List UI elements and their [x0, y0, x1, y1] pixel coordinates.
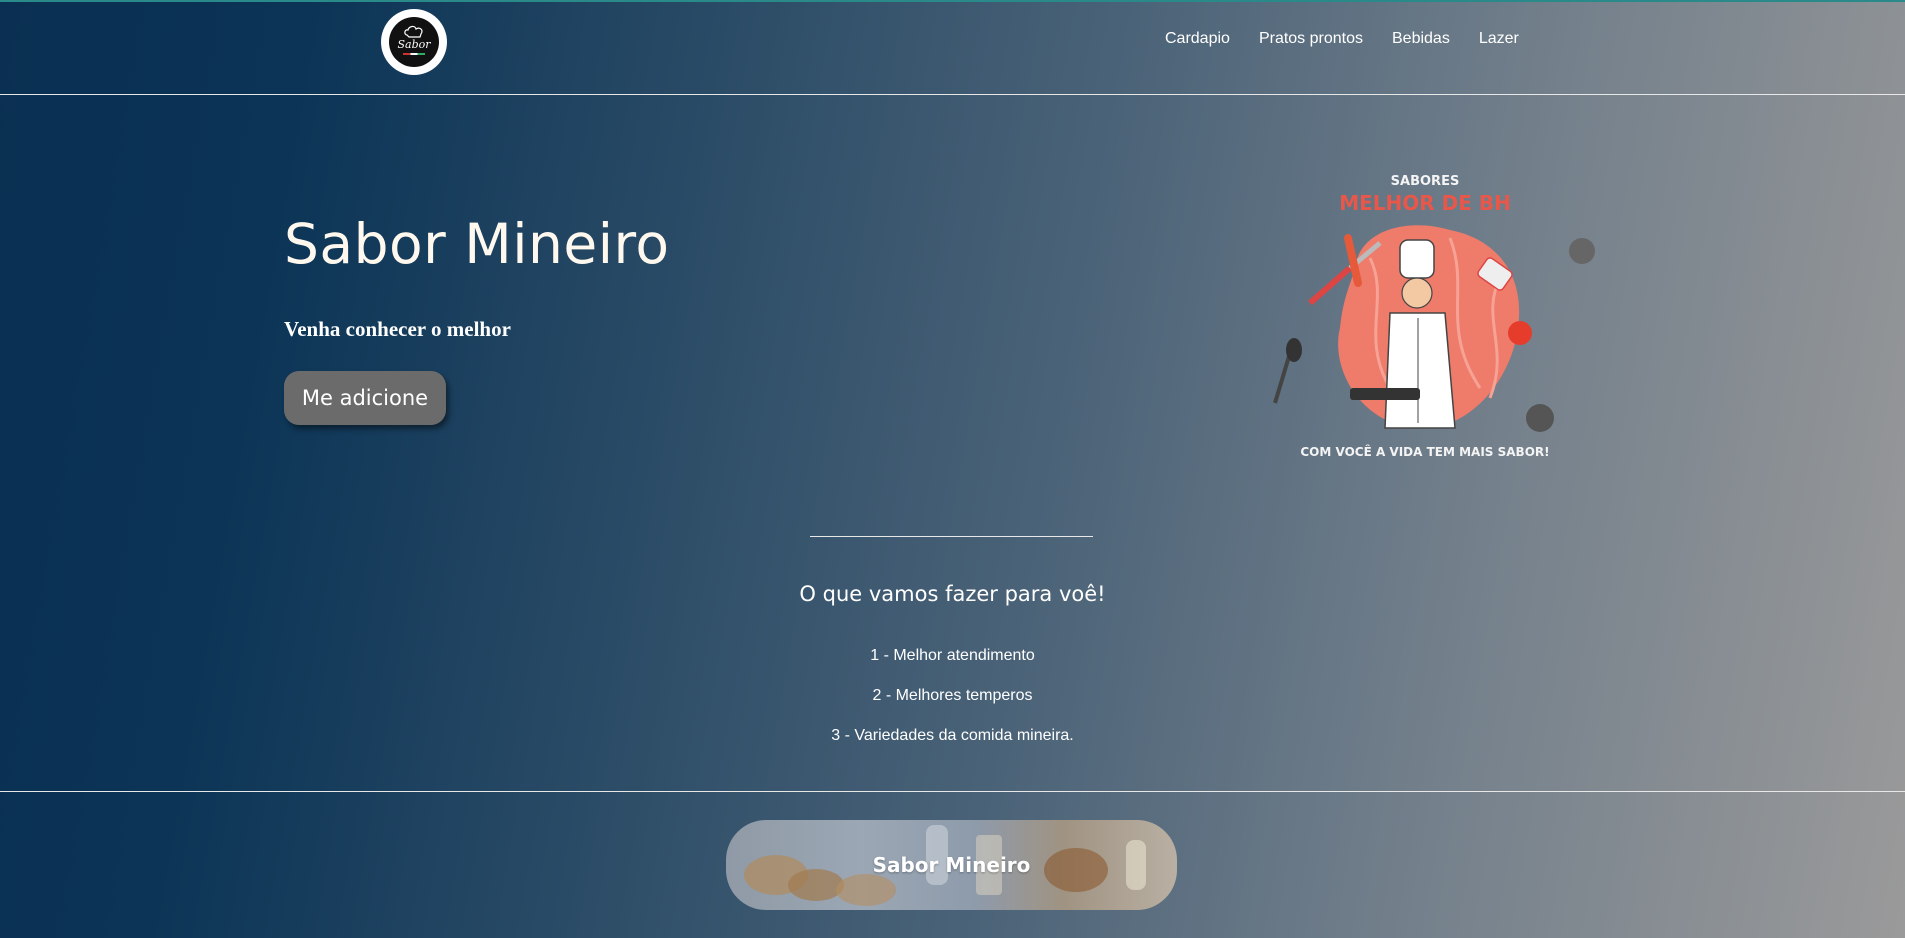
site-logo[interactable]: Sabor [381, 9, 447, 75]
footer-banner-text: Sabor Mineiro [872, 853, 1031, 877]
promo-chef-illustration: SABORES MELHOR DE BH COM VOCÊ A VIDA TEM… [1250, 168, 1600, 468]
hero-subtitle: Venha conhecer o melhor [284, 317, 511, 341]
nav-pratos-prontos[interactable]: Pratos prontos [1259, 30, 1363, 48]
chef-hat-icon [404, 25, 423, 38]
nav-lazer[interactable]: Lazer [1479, 30, 1519, 48]
section-divider [810, 536, 1093, 537]
footer-divider [0, 791, 1905, 792]
promo-headline: MELHOR DE BH [1339, 191, 1511, 215]
services-list: 1 - Melhor atendimento 2 - Melhores temp… [0, 645, 1905, 765]
site-header: Sabor Cardapio Pratos prontos Bebidas La… [0, 0, 1905, 95]
main-nav: Cardapio Pratos prontos Bebidas Lazer [1165, 30, 1519, 48]
promo-top-text: SABORES [1391, 174, 1460, 189]
chef-illustration: SABORES MELHOR DE BH COM VOCÊ A VIDA TEM… [1273, 174, 1595, 459]
me-adicione-button[interactable]: Me adicione [284, 371, 446, 425]
logo-badge: Sabor [389, 17, 439, 67]
logo-text: Sabor [397, 38, 431, 51]
nav-cardapio[interactable]: Cardapio [1165, 30, 1230, 48]
nav-bebidas[interactable]: Bebidas [1392, 30, 1450, 48]
hero-title: Sabor Mineiro [284, 212, 670, 276]
list-item: 2 - Melhores temperos [872, 687, 1033, 704]
logo-flag-bar [403, 53, 425, 55]
list-item: 1 - Melhor atendimento [870, 647, 1035, 664]
list-item: 3 - Variedades da comida mineira. [831, 727, 1074, 744]
footer-banner[interactable]: Sabor Mineiro [726, 820, 1177, 910]
promo-bottom-text: COM VOCÊ A VIDA TEM MAIS SABOR! [1300, 444, 1549, 459]
section-title: O que vamos fazer para voê! [799, 582, 1106, 606]
